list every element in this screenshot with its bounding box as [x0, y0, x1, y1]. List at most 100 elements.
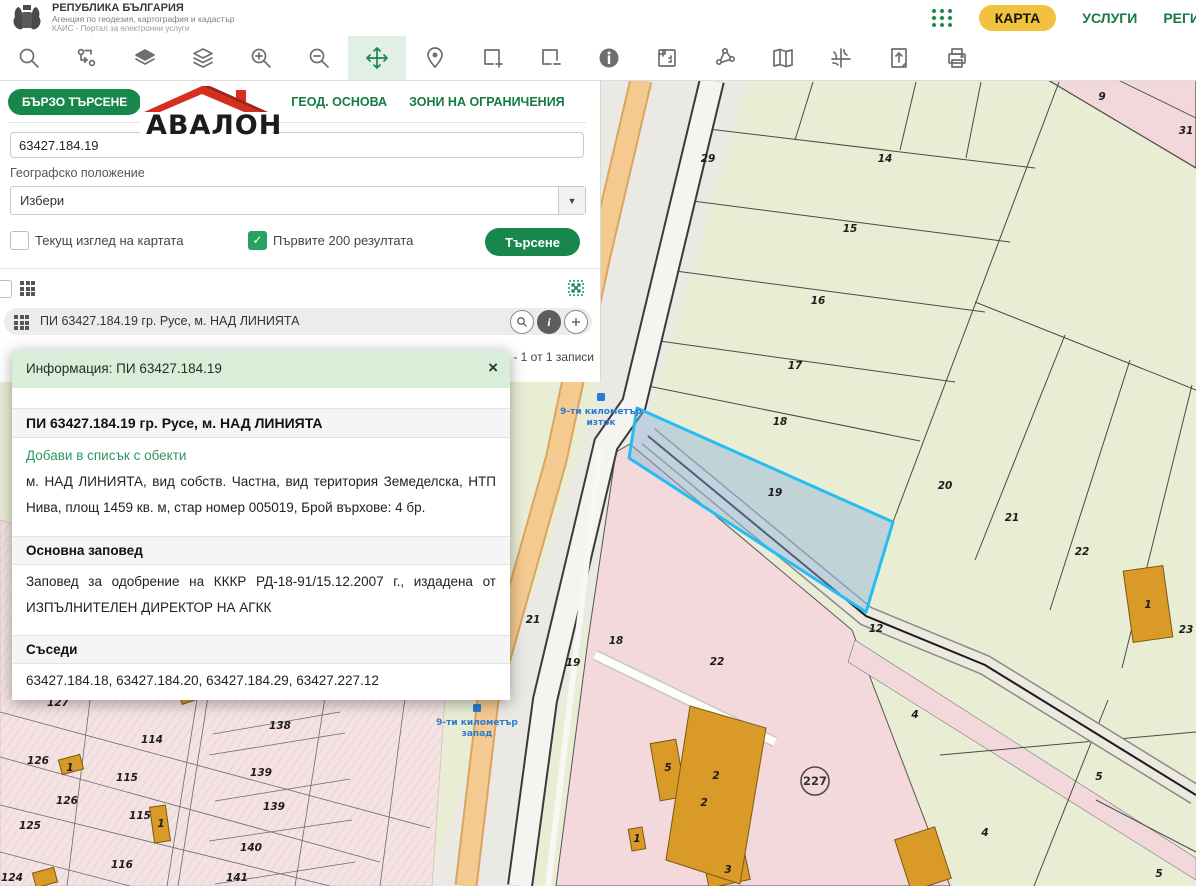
parcel-label: 22: [1075, 546, 1090, 558]
parcel-label: 18: [609, 635, 624, 647]
nav-uslugi[interactable]: УСЛУГИ: [1082, 10, 1137, 26]
nav-registri[interactable]: РЕГИ: [1163, 10, 1196, 26]
geo-select[interactable]: Избери ▼: [10, 186, 586, 215]
parcel-label: 5: [1155, 868, 1162, 880]
nav-karta[interactable]: КАРТА: [979, 5, 1057, 31]
parcel-label: 2: [700, 797, 707, 809]
select-all-checkbox[interactable]: [0, 280, 12, 298]
parcel-label: 12: [869, 623, 884, 635]
parcel-label: 115: [129, 810, 151, 822]
avalon-watermark: АВАЛОН: [140, 84, 272, 142]
popup-header: Информация: ПИ 63427.184.19 ×: [12, 350, 510, 388]
measure-tool-icon[interactable]: [638, 36, 696, 80]
portal-subtitle: КАИС - Портал за електронни услуги: [52, 24, 235, 33]
search-tool-icon[interactable]: [0, 36, 58, 80]
parcel-label: 31: [1179, 125, 1194, 137]
neighbors-list: 63427.184.18, 63427.184.20, 63427.184.29…: [12, 664, 510, 702]
parcel-label: 22: [710, 656, 725, 668]
expand-results-icon[interactable]: [568, 280, 584, 296]
current-view-label: Текущ изглед на картата: [35, 233, 183, 248]
chevron-down-icon[interactable]: ▼: [558, 187, 585, 214]
parcel-label: 116: [111, 859, 133, 871]
parcel-label: 124: [1, 872, 23, 884]
parcel-label: 139: [250, 767, 272, 779]
first200-label: Първите 200 резултата: [273, 233, 413, 248]
parcel-label: 126: [56, 795, 78, 807]
geo-position-label: Географско положение: [10, 166, 145, 180]
add-to-list-link[interactable]: Добави в списък с обекти: [12, 438, 510, 465]
tab-geod-basis[interactable]: ГЕОД. ОСНОВА: [291, 95, 387, 109]
parcel-label: 16: [811, 295, 826, 307]
svg-text:изток: изток: [586, 418, 615, 428]
result-grid-icon: [14, 315, 29, 330]
parcel-label: 115: [116, 772, 138, 784]
parcel-label: 17: [788, 360, 803, 372]
avalon-text: АВАЛОН: [146, 110, 282, 141]
select-rect-minus-icon[interactable]: [522, 36, 580, 80]
layers-filled-icon[interactable]: [116, 36, 174, 80]
neighbors-section-header: Съседи: [12, 635, 510, 664]
result-add-icon[interactable]: [564, 310, 588, 334]
order-text: Заповед за одобрение на КККР РД-18-91/15…: [12, 565, 510, 630]
parcel-label: 5: [664, 762, 671, 774]
apps-grid-icon[interactable]: [932, 9, 953, 27]
result-zoom-icon[interactable]: [510, 310, 534, 334]
search-button[interactable]: Търсене: [485, 228, 580, 256]
zoom-out-icon[interactable]: [290, 36, 348, 80]
parcel-label: 4: [980, 827, 988, 839]
svg-text:227: 227: [803, 774, 827, 788]
parcel-label: 139: [263, 801, 285, 813]
coordinates-grid-icon[interactable]: [812, 36, 870, 80]
parcel-label: 23: [1179, 624, 1194, 636]
order-section-header: Основна заповед: [12, 536, 510, 565]
location-marker-icon[interactable]: [406, 36, 464, 80]
brand: РЕПУБЛИКА БЪЛГАРИЯ Агенция по геодезия, …: [10, 2, 235, 34]
parcel-label: 140: [240, 842, 262, 854]
map-toolbar: [0, 36, 1196, 81]
first200-checkbox[interactable]: ✓: [248, 231, 267, 250]
parcel-label: 114: [141, 734, 163, 746]
parcel-label: 15: [843, 223, 858, 235]
route-tool-icon[interactable]: [58, 36, 116, 80]
select-rect-plus-icon[interactable]: [464, 36, 522, 80]
parcel-label: 5: [1095, 771, 1102, 783]
current-view-checkbox[interactable]: [10, 231, 29, 250]
parcel-label: 19: [566, 657, 581, 669]
info-popup: Информация: ПИ 63427.184.19 × ПИ 63427.1…: [12, 350, 510, 700]
layers-outline-icon[interactable]: [174, 36, 232, 80]
close-icon[interactable]: ×: [488, 358, 498, 378]
grid-layer-icon[interactable]: [20, 281, 35, 296]
parcel-label: 1: [157, 818, 164, 830]
parcel-label: 1: [1144, 599, 1151, 611]
coat-of-arms-logo: [10, 3, 44, 33]
parcel-label: 21: [1005, 512, 1020, 524]
info-tool-icon[interactable]: [580, 36, 638, 80]
pan-tool-icon[interactable]: [348, 36, 406, 80]
result-row[interactable]: ПИ 63427.184.19 гр. Русе, м. НАД ЛИНИЯТА…: [4, 308, 592, 335]
parcel-label: 18: [773, 416, 788, 428]
parcel-label: 1: [633, 833, 640, 845]
svg-text:9-ти километър: 9-ти километър: [560, 407, 642, 417]
search-panel: БЪРЗО ТЪРСЕНЕ ГЕОД. ОСНОВА ЗОНИ НА ОГРАН…: [0, 80, 601, 382]
top-header: РЕПУБЛИКА БЪЛГАРИЯ Агенция по геодезия, …: [0, 0, 1196, 36]
object-title: ПИ 63427.184.19 гр. Русе, м. НАД ЛИНИЯТА: [12, 408, 510, 438]
parcel-label: 125: [19, 820, 41, 832]
search-input[interactable]: [10, 132, 584, 158]
parcel-label: 19: [768, 487, 783, 499]
tab-quick-search[interactable]: БЪРЗО ТЪРСЕНЕ: [8, 89, 141, 115]
republic-title: РЕПУБЛИКА БЪЛГАРИЯ: [52, 2, 235, 15]
parcel-label: 14: [878, 153, 893, 165]
export-file-icon[interactable]: [870, 36, 928, 80]
result-info-icon[interactable]: i: [537, 310, 561, 334]
road-badge-227: 227: [801, 767, 829, 795]
kais-map-app: 227 9-ти километър изток 9-ти километър …: [0, 0, 1196, 886]
tab-restriction-zones[interactable]: ЗОНИ НА ОГРАНИЧЕНИЯ: [409, 95, 565, 109]
polygon-nodes-icon[interactable]: [696, 36, 754, 80]
print-icon[interactable]: [928, 36, 986, 80]
zoom-in-icon[interactable]: [232, 36, 290, 80]
parcel-label: 126: [27, 755, 49, 767]
agency-subtitle: Агенция по геодезия, картография и кадас…: [52, 15, 235, 25]
map-fold-icon[interactable]: [754, 36, 812, 80]
parcel-label: 4: [910, 709, 918, 721]
parcel-label: 2: [712, 770, 719, 782]
